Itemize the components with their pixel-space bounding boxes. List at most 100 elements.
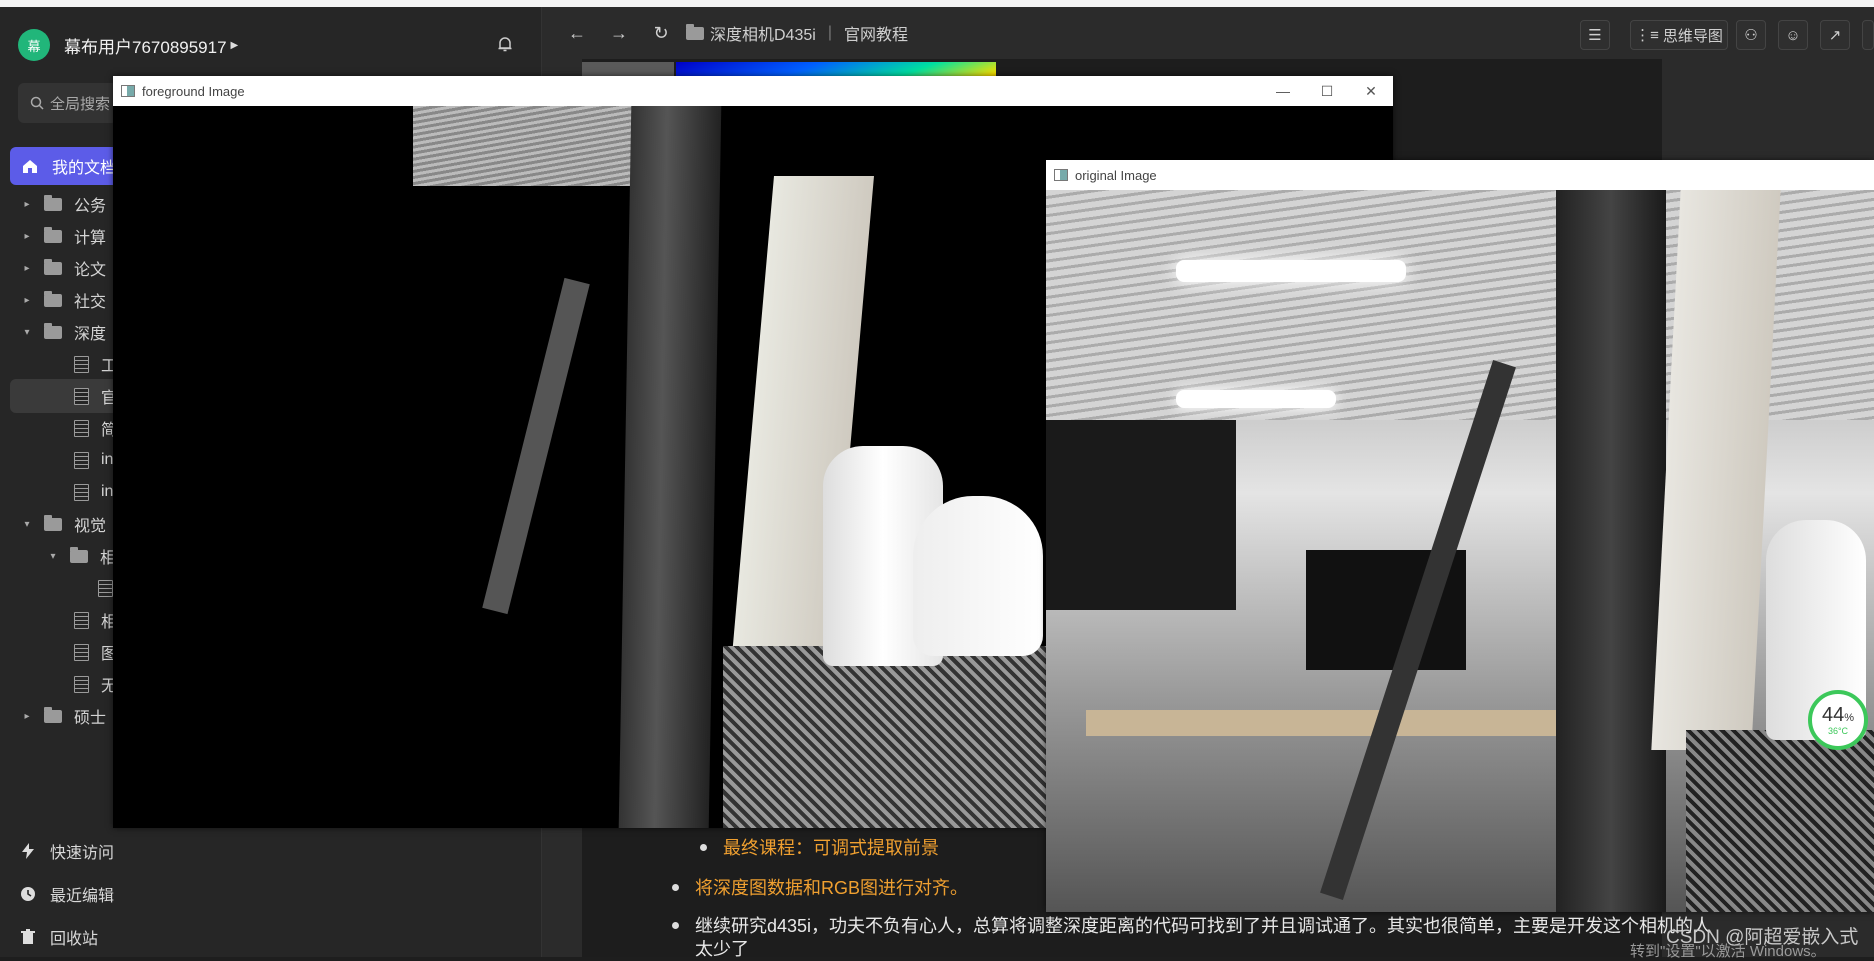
minimize-icon[interactable]: — xyxy=(1261,76,1305,106)
window-titlebar[interactable]: foreground Image xyxy=(113,76,1393,106)
bullet-dot xyxy=(700,843,707,851)
tree-folder-10[interactable]: ▾ 视觉 xyxy=(22,507,106,541)
avatar: 幕 xyxy=(18,29,50,61)
bullet-text[interactable]: 将深度图数据和RGB图进行对齐。 xyxy=(695,874,968,900)
tree-label: 论文 xyxy=(74,262,107,279)
top-strip xyxy=(0,0,1874,7)
mindmap-label: 思维导图 xyxy=(1662,27,1723,45)
refresh-icon[interactable]: ↻ xyxy=(650,22,672,44)
share-tree-icon[interactable]: ⚇ xyxy=(1736,20,1766,50)
export-icon[interactable]: ↗ xyxy=(1820,20,1850,50)
tree-doc-8[interactable]: in xyxy=(74,443,113,477)
search-placeholder: 全局搜索 xyxy=(50,95,111,113)
gauge-temperature: 36°C xyxy=(1827,725,1849,736)
tree-folder-16[interactable]: ▸ 硕士 xyxy=(22,699,106,733)
tree-folder-11[interactable]: ▾ 相 xyxy=(48,539,116,573)
cpu-gauge-widget[interactable]: 44% 36°C xyxy=(1808,690,1868,750)
tree-label: 计算 xyxy=(74,230,107,247)
document-icon xyxy=(98,579,113,597)
list-item: 继续研究d435i，功夫不负有心人，总算将调整深度距离的代码可找到了并且调试通了… xyxy=(672,910,1711,940)
close-icon[interactable]: ✕ xyxy=(1349,76,1393,106)
bullet-dot xyxy=(672,883,679,891)
tree-label: 公务 xyxy=(74,198,107,215)
window-title: foreground Image xyxy=(142,83,245,99)
caret-right-icon: ▶ xyxy=(230,39,239,51)
list-item-continuation: 太少了 xyxy=(695,940,749,957)
nav-my-documents[interactable]: 我的文档 xyxy=(10,147,120,185)
folder-icon xyxy=(44,194,62,211)
tree-label: in xyxy=(101,483,114,500)
nav-trash[interactable]: 回收站 xyxy=(20,922,98,952)
maximize-icon[interactable]: ☐ xyxy=(1305,76,1349,106)
breadcrumb: 深度相机D435i | 官网教程 xyxy=(686,21,908,45)
tree-doc-6-selected[interactable]: 官 xyxy=(10,379,120,413)
tree-doc-7[interactable]: 简 xyxy=(74,411,117,445)
caret-icon: ▸ xyxy=(24,294,30,306)
windows-activation-notice: 转到"设置"以激活 Windows。 xyxy=(1630,943,1826,960)
clock-icon xyxy=(21,887,35,901)
trash-icon xyxy=(21,929,35,944)
caret-icon: ▸ xyxy=(24,230,30,242)
nav-recent[interactable]: 最近编辑 xyxy=(20,879,114,909)
collaborate-icon[interactable]: ☺ xyxy=(1778,20,1808,50)
bullet-text[interactable]: 继续研究d435i，功夫不负有心人，总算将调整深度距离的代码可找到了并且调试通了… xyxy=(695,912,1711,938)
caret-icon: ▾ xyxy=(50,550,56,562)
nav-quick-access[interactable]: 快速访问 xyxy=(20,836,114,866)
username: 幕布用户7670895917 xyxy=(64,37,227,57)
caret-icon: ▸ xyxy=(24,198,30,210)
gauge-percent: 44 xyxy=(1821,703,1845,726)
folder-icon xyxy=(44,514,62,531)
mindmap-button[interactable]: ⋮≡ 思维导图 xyxy=(1630,20,1728,50)
document-icon xyxy=(74,451,89,469)
window-titlebar[interactable]: original Image xyxy=(1046,160,1874,190)
tree-doc-14[interactable]: 图 xyxy=(74,635,117,669)
caret-icon: ▾ xyxy=(24,326,30,338)
folder-icon xyxy=(44,290,62,307)
bell-icon[interactable] xyxy=(496,35,514,53)
tree-label: in xyxy=(101,451,114,468)
window-title: original Image xyxy=(1075,167,1157,183)
nav-quick-access-label: 快速访问 xyxy=(50,845,115,862)
search-icon xyxy=(30,96,44,110)
folder-icon xyxy=(44,322,62,339)
nav-recent-label: 最近编辑 xyxy=(50,888,115,905)
tree-doc-5[interactable]: 工 xyxy=(74,347,117,381)
tree-doc-13[interactable]: 相 xyxy=(74,603,117,637)
tree-label: 视觉 xyxy=(74,518,107,535)
breadcrumb-doc[interactable]: 官网教程 xyxy=(844,21,908,45)
tree-folder-3[interactable]: ▸ 社交 xyxy=(22,283,106,317)
nav-trash-label: 回收站 xyxy=(50,931,99,948)
list-item: 将深度图数据和RGB图进行对齐。 xyxy=(672,872,968,902)
tree-folder-4[interactable]: ▾ 深度 xyxy=(22,315,106,349)
window-icon xyxy=(1054,169,1068,181)
tree-doc-9[interactable]: in xyxy=(74,475,113,509)
more-icon[interactable] xyxy=(1862,20,1874,50)
window-icon xyxy=(121,85,135,97)
tree-label: 硕士 xyxy=(74,710,107,727)
lightning-icon xyxy=(22,843,34,859)
list-item: 最终课程：可调式提取前景 xyxy=(700,832,939,862)
tree-folder-0[interactable]: ▸ 公务 xyxy=(22,187,106,221)
tree-folder-2[interactable]: ▸ 论文 xyxy=(22,251,106,285)
tree-doc-15[interactable]: 无 xyxy=(74,667,117,701)
nav-my-documents-label: 我的文档 xyxy=(52,160,117,177)
mindmap-icon: ⋮≡ xyxy=(1635,27,1659,44)
gauge-unit: % xyxy=(1844,711,1855,724)
home-icon xyxy=(23,160,37,173)
global-search[interactable]: 全局搜索 xyxy=(18,83,118,123)
document-icon xyxy=(74,387,89,405)
user-menu[interactable]: 幕 幕布用户7670895917 ▶ xyxy=(18,23,238,67)
folder-icon xyxy=(686,23,704,40)
document-icon xyxy=(74,675,89,693)
document-icon xyxy=(74,643,89,661)
bullet-text[interactable]: 最终课程：可调式提取前景 xyxy=(723,834,939,860)
caret-icon: ▸ xyxy=(24,710,30,722)
forward-arrow-icon[interactable]: → xyxy=(608,22,630,44)
tree-folder-1[interactable]: ▸ 计算 xyxy=(22,219,106,253)
back-arrow-icon[interactable]: ← xyxy=(566,22,588,44)
breadcrumb-separator: | xyxy=(827,24,832,41)
breadcrumb-folder[interactable]: 深度相机D435i xyxy=(710,21,816,45)
document-icon xyxy=(74,419,89,437)
search-doc-icon[interactable]: ☰ xyxy=(1580,20,1610,50)
caret-icon: ▸ xyxy=(24,262,30,274)
